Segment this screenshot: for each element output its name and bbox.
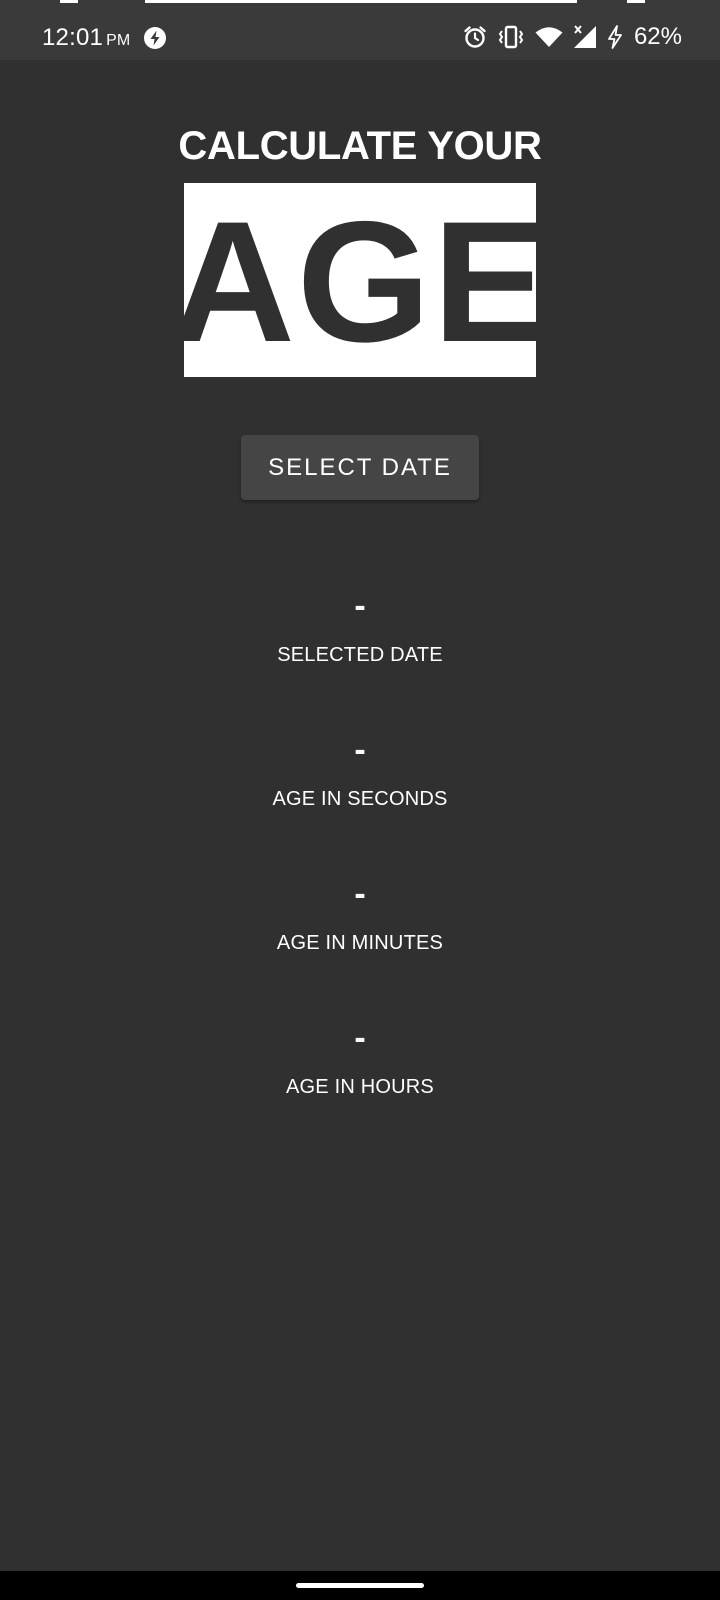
selected-date-section: - SELECTED DATE (0, 584, 720, 667)
age-minutes-label: AGE IN MINUTES (276, 932, 444, 954)
age-minutes-value: - (354, 875, 366, 913)
top-edge-strip (60, 0, 78, 3)
charging-icon (608, 25, 622, 49)
age-hours-label: AGE IN HOURS (286, 1076, 434, 1098)
age-logo-text: AGE (170, 186, 550, 378)
status-ampm: PM (106, 32, 131, 49)
home-gesture-handle[interactable] (296, 1583, 424, 1588)
age-hours-section: - AGE IN HOURS (0, 1016, 720, 1099)
wifi-icon (535, 27, 563, 47)
page-title: CALCULATE YOUR (178, 124, 542, 168)
status-icons: 62% (462, 22, 682, 52)
alarm-icon (464, 26, 486, 48)
battery-percent: 62% (633, 23, 682, 50)
age-seconds-section: - AGE IN SECONDS (0, 728, 720, 811)
bolt-badge-icon (144, 27, 166, 49)
selected-date-value: - (354, 587, 366, 625)
age-minutes-section: - AGE IN MINUTES (0, 872, 720, 955)
age-seconds-label: AGE IN SECONDS (272, 788, 448, 810)
age-seconds-value: - (354, 731, 366, 769)
top-edge-strip (145, 0, 577, 3)
status-bar: 12:01 PM 62% (0, 0, 720, 60)
screen: 12:01 PM 62% CALCULATE YOUR AGE SELECT D… (0, 0, 720, 1600)
status-time: 12:01 (42, 24, 104, 51)
age-hours-value: - (354, 1019, 366, 1057)
vibrate-icon (498, 25, 524, 49)
select-date-button[interactable]: SELECT DATE (241, 435, 479, 500)
top-edge-strip (627, 0, 645, 3)
selected-date-label: SELECTED DATE (277, 644, 443, 666)
status-clock: 12:01 PM (42, 24, 130, 52)
cell-signal-icon (573, 25, 596, 48)
navigation-bar (0, 1571, 720, 1600)
age-logo-box: AGE (171, 183, 547, 377)
